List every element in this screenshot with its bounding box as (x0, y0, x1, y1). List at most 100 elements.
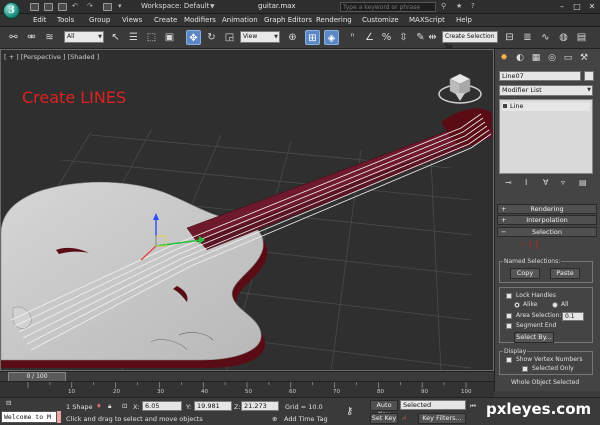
reference-coordinate-dropdown[interactable]: View ▼ (240, 31, 280, 43)
spinner-snap-icon[interactable]: ⇳ (396, 30, 411, 45)
binoculars-icon[interactable]: ⚲ (441, 2, 446, 10)
menu-tools[interactable]: Tools (57, 16, 74, 24)
track-bar[interactable]: 10 20 30 40 50 60 70 80 90 100 (0, 381, 494, 397)
minimize-button[interactable]: – (556, 1, 568, 12)
snaps-toggle-icon[interactable]: ⁿ (345, 30, 360, 45)
lock-handles-checkbox[interactable] (506, 293, 512, 299)
link-icon[interactable]: ⚯ (6, 30, 21, 45)
all-radio[interactable] (552, 302, 558, 308)
z-coordinate-field[interactable]: 21.273 (241, 401, 279, 411)
unlink-icon[interactable]: ⚮ (24, 30, 39, 45)
selection-filter-dropdown[interactable]: All ▼ (64, 31, 104, 43)
auto-key-button[interactable]: Auto Key (370, 400, 398, 418)
x-coordinate-field[interactable]: 6.05 (142, 401, 182, 411)
pivot-center-icon[interactable]: ⊕ (285, 30, 300, 45)
set-key-button[interactable]: Set Key (370, 413, 398, 424)
pin-stack-icon[interactable]: ⊸ (505, 178, 512, 187)
show-vertex-numbers-checkbox[interactable] (506, 357, 512, 363)
menu-customize[interactable]: Customize (362, 16, 399, 24)
absolute-mode-icon[interactable]: ⊡ (122, 402, 127, 410)
create-tab-icon[interactable]: ✸ (498, 52, 510, 64)
modify-tab-icon[interactable]: ◐ (514, 52, 526, 64)
make-unique-icon[interactable]: ∀ (543, 178, 548, 187)
isolate-selection-icon[interactable]: ♦ (96, 402, 102, 410)
motion-tab-icon[interactable]: ◎ (546, 52, 558, 64)
hierarchy-tab-icon[interactable]: ▦ (530, 52, 542, 64)
viewcube-icon[interactable] (437, 70, 483, 110)
key-mode-dropdown[interactable]: Selected (400, 400, 466, 410)
set-key-mode-icon[interactable]: ⚷ (346, 406, 353, 417)
selected-only-checkbox[interactable] (522, 366, 528, 372)
open-file-icon[interactable] (44, 3, 53, 11)
select-by-name-icon[interactable]: ☰ (126, 30, 141, 45)
rollout-rendering[interactable]: + Rendering (497, 204, 597, 214)
menu-modifiers[interactable]: Modifiers (184, 16, 216, 24)
modifier-list-dropdown[interactable]: Modifier List ▼ (499, 85, 593, 96)
angle-snap-icon[interactable]: ∠ (362, 30, 377, 45)
maximize-button[interactable]: □ (571, 1, 583, 12)
add-time-tag-icon[interactable]: ⊕ (272, 415, 277, 423)
viewport-label[interactable]: [ + ] [Perspective ] [Shaded ] (4, 53, 99, 61)
subobject-level-icons[interactable]: ⁘ ⌇ ⌠ (519, 240, 539, 249)
show-end-result-icon[interactable]: Ⅰ (525, 178, 527, 187)
rollout-selection[interactable]: − Selection (497, 227, 597, 237)
display-tab-icon[interactable]: ▭ (562, 52, 574, 64)
configure-modifier-sets-icon[interactable]: ▤ (579, 178, 587, 187)
menu-create[interactable]: Create (154, 16, 177, 24)
select-by-button[interactable]: Select By... (514, 332, 554, 343)
paste-button[interactable]: Paste (550, 268, 580, 279)
select-and-rotate-icon[interactable]: ↻ (204, 30, 219, 45)
bind-space-warp-icon[interactable]: ≋ (42, 30, 57, 45)
layer-manager-icon[interactable]: ≣ (520, 30, 535, 45)
save-file-icon[interactable] (58, 3, 67, 11)
workspace-dropdown[interactable]: Workspace: Default (141, 2, 209, 10)
align-icon[interactable]: ⊟ (502, 30, 517, 45)
select-and-move-icon[interactable]: ✥ (186, 30, 201, 45)
key-filters-button[interactable]: Key Filters... (418, 413, 466, 424)
copy-button[interactable]: Copy (510, 268, 540, 279)
utilities-tab-icon[interactable]: ⚒ (578, 52, 590, 64)
maxscript-listener[interactable]: Welcome to M (1, 411, 57, 423)
selection-lock-icon[interactable]: 🔒︎ (108, 402, 111, 411)
timeline-toggle-icon[interactable]: ⊟ (6, 399, 11, 407)
object-color-swatch[interactable] (584, 71, 594, 81)
redo-icon[interactable]: ↷ (87, 2, 93, 10)
object-name-field[interactable]: Line07 (499, 71, 581, 81)
render-setup-icon[interactable]: ▤ (574, 30, 589, 45)
select-manipulate-icon[interactable]: ⊞ (305, 30, 320, 45)
rollout-interpolation[interactable]: + Interpolation (497, 215, 597, 225)
area-selection-checkbox[interactable] (506, 313, 512, 319)
close-button[interactable]: ✕ (586, 1, 598, 12)
menu-edit[interactable]: Edit (33, 16, 47, 24)
curve-editor-icon[interactable]: ∿ (538, 30, 553, 45)
remove-modifier-icon[interactable]: ▿ (561, 178, 565, 187)
subscription-icon[interactable]: ★ (456, 2, 462, 10)
select-and-scale-icon[interactable]: ◲ (222, 30, 237, 45)
search-input[interactable] (340, 2, 436, 12)
menu-rendering[interactable]: Rendering (316, 16, 352, 24)
stack-item-line[interactable]: Line (502, 102, 590, 111)
time-slider[interactable]: 0 / 100 (0, 371, 494, 382)
rectangular-selection-icon[interactable]: ⬚ (144, 30, 159, 45)
menu-views[interactable]: Views (122, 16, 142, 24)
area-selection-spinner[interactable]: 0.1 (562, 312, 584, 321)
default-tangent-icon[interactable]: ⩘ (402, 414, 406, 423)
app-logo-icon[interactable]: 3 (3, 2, 20, 19)
add-time-tag-button[interactable]: Add Time Tag (284, 415, 328, 423)
select-object-icon[interactable]: ↖ (108, 30, 123, 45)
mirror-icon[interactable]: ⇹ (425, 30, 440, 45)
percent-snap-icon[interactable]: % (379, 30, 394, 45)
y-coordinate-field[interactable]: 19.981 (194, 401, 232, 411)
named-selection-dropdown[interactable]: Create Selection Se (442, 31, 498, 50)
hold-icon[interactable] (103, 3, 112, 11)
alike-radio[interactable] (514, 302, 520, 308)
modifier-stack[interactable]: Line (499, 99, 593, 174)
menu-animation[interactable]: Animation (222, 16, 258, 24)
guitar-body[interactable] (1, 181, 268, 368)
menu-help[interactable]: Help (456, 16, 472, 24)
keyboard-shortcut-override-icon[interactable]: ◈ (324, 30, 339, 45)
go-to-start-icon[interactable]: ⏮ (470, 402, 476, 411)
undo-icon[interactable]: ↶ (72, 2, 78, 10)
window-crossing-icon[interactable]: ▣ (162, 30, 177, 45)
quick-access-dropdown-icon[interactable]: ▾ (118, 2, 122, 10)
